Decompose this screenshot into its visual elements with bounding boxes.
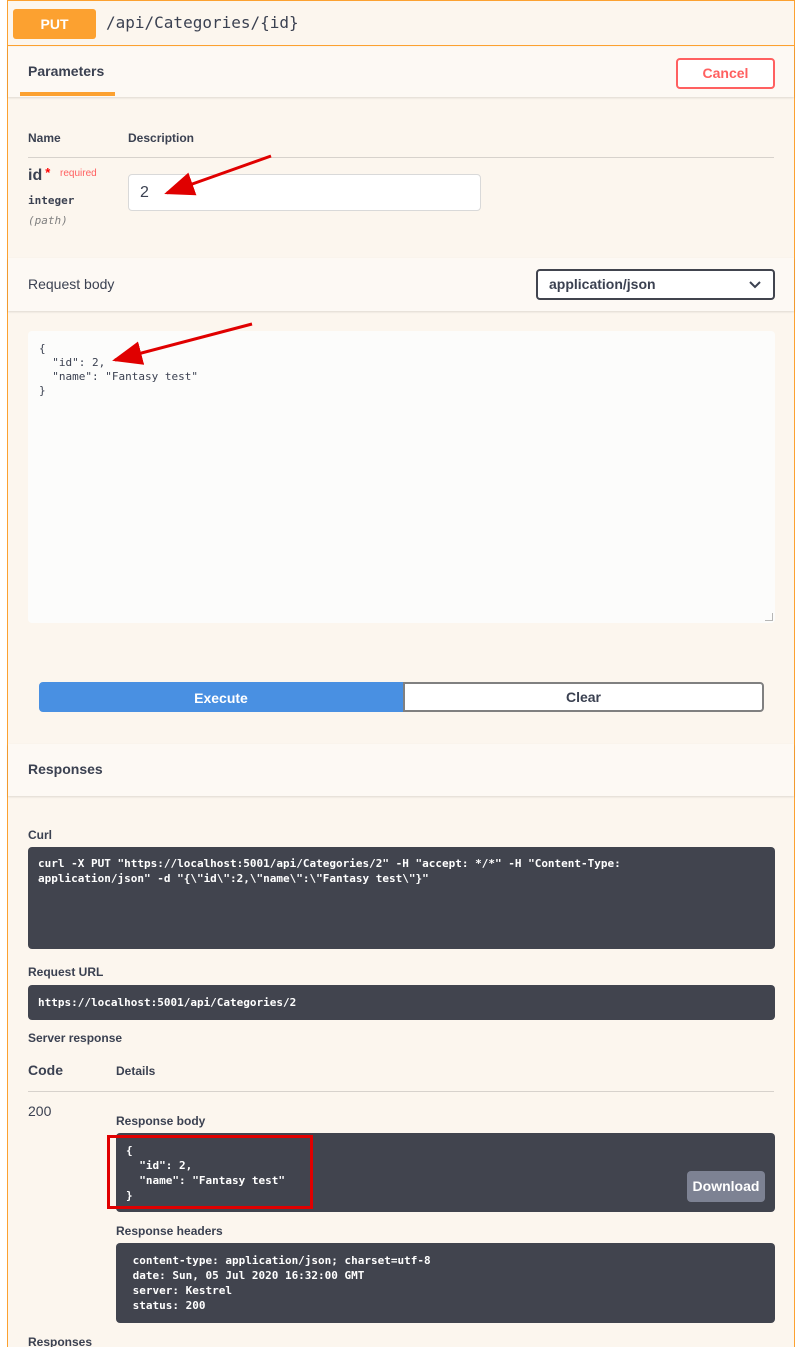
clear-button[interactable]: Clear xyxy=(403,682,764,712)
code-column-header: Code xyxy=(28,1062,63,1078)
response-headers-label: Response headers xyxy=(116,1224,223,1238)
endpoint-path: /api/Categories/{id} xyxy=(106,13,299,32)
response-headers[interactable]: content-type: application/json; charset=… xyxy=(116,1243,775,1323)
required-label: required xyxy=(60,168,97,179)
response-status-code: 200 xyxy=(28,1103,52,1119)
content-type-value: application/json xyxy=(549,276,656,292)
param-id-name: id * xyxy=(28,165,51,185)
parameters-header: Parameters Cancel xyxy=(8,47,794,97)
request-url-label: Request URL xyxy=(28,965,104,979)
request-body-label: Request body xyxy=(28,276,115,292)
response-body-label: Response body xyxy=(116,1114,206,1128)
column-header-name: Name xyxy=(28,131,61,145)
request-url[interactable]: https://localhost:5001/api/Categories/2 xyxy=(28,985,775,1020)
param-type: integer xyxy=(28,194,75,207)
annotation-highlight-box xyxy=(107,1135,313,1209)
request-body-editor[interactable]: { "id": 2, "name": "Fantasy test" } xyxy=(28,331,775,623)
server-response-label: Server response xyxy=(28,1031,123,1045)
responses-heading: Responses xyxy=(28,761,103,777)
resize-handle[interactable] xyxy=(765,613,773,621)
id-input[interactable]: 2 xyxy=(128,174,481,211)
tab-active-indicator xyxy=(20,92,115,96)
execute-button[interactable]: Execute xyxy=(39,682,403,712)
responses-footer-heading: Responses xyxy=(28,1335,93,1347)
required-star: * xyxy=(45,165,51,180)
param-name-text: id xyxy=(28,167,43,184)
operation-summary[interactable]: PUT /api/Categories/{id} xyxy=(8,1,794,46)
response-table-divider xyxy=(28,1091,774,1092)
cancel-button[interactable]: Cancel xyxy=(676,58,775,89)
curl-command[interactable]: curl -X PUT "https://localhost:5001/api/… xyxy=(28,847,775,949)
chevron-down-icon xyxy=(749,271,761,308)
download-button[interactable]: Download xyxy=(687,1171,765,1202)
column-header-description: Description xyxy=(128,131,195,145)
content-type-select[interactable]: application/json xyxy=(536,269,775,300)
param-location: (path) xyxy=(28,214,68,227)
responses-header: Responses xyxy=(8,744,794,796)
table-divider xyxy=(28,157,774,158)
tab-parameters[interactable]: Parameters xyxy=(28,63,104,79)
method-badge: PUT xyxy=(13,9,96,39)
details-column-header: Details xyxy=(116,1064,156,1078)
curl-label: Curl xyxy=(28,828,52,842)
